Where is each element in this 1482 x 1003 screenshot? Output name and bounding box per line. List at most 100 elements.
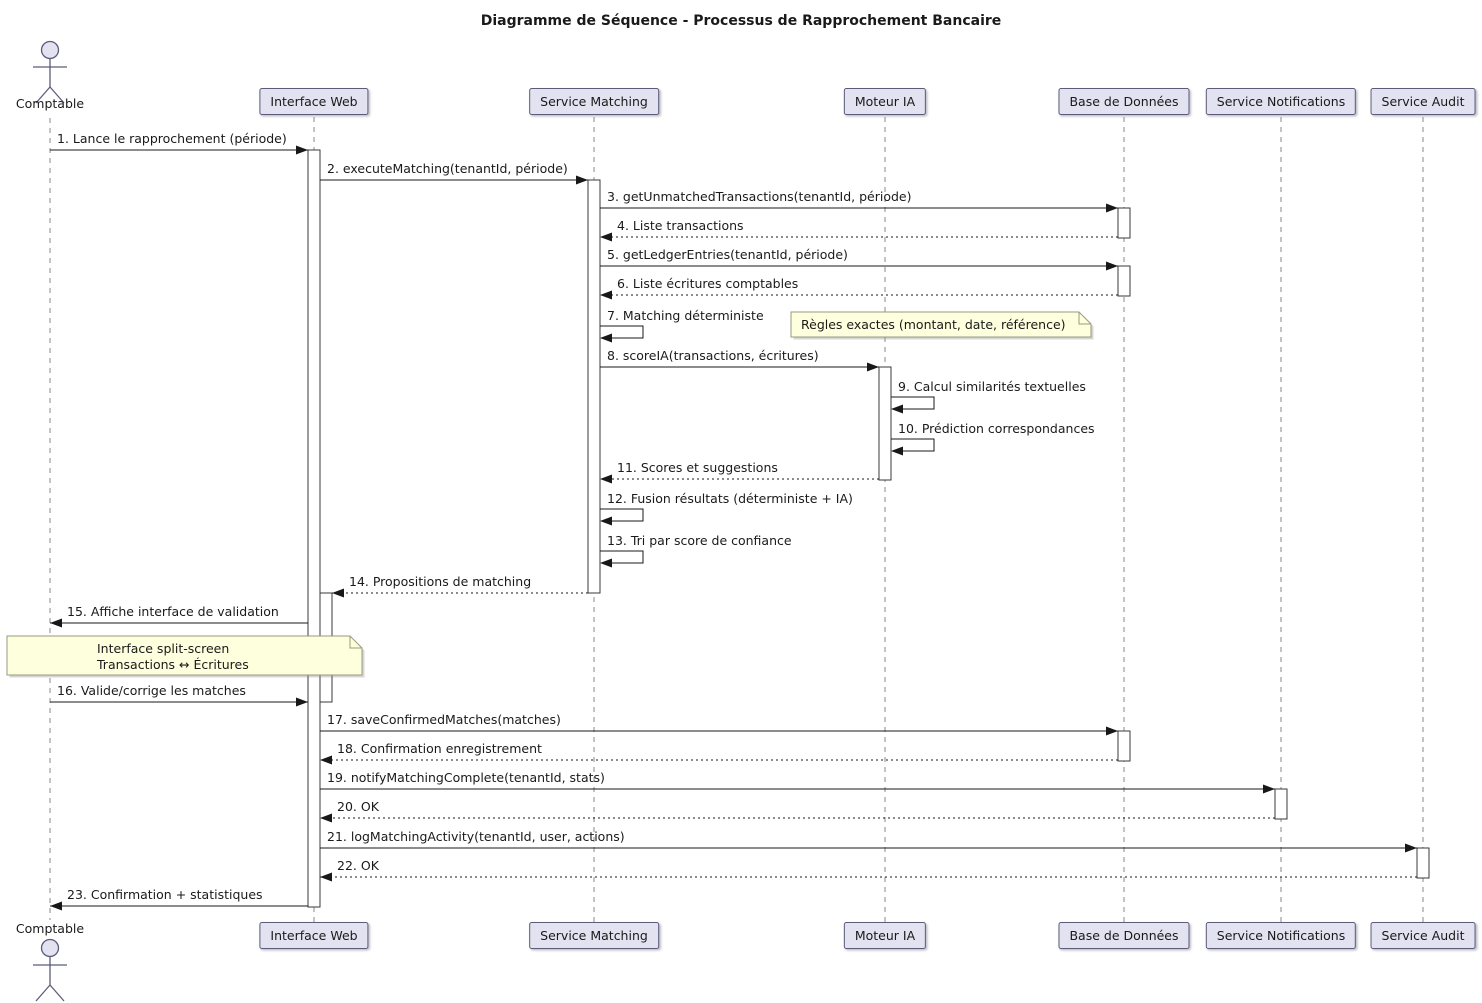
message-15: 15. Affiche interface de validation bbox=[50, 604, 308, 628]
message-18: 18. Confirmation enregistrement bbox=[320, 741, 1118, 765]
arrowhead-icon bbox=[600, 291, 612, 300]
participant-box-bdd-bottom: Base de Données bbox=[1058, 922, 1189, 949]
message-label: 11. Scores et suggestions bbox=[617, 460, 778, 475]
participant-box-audit-top: Service Audit bbox=[1371, 88, 1476, 115]
message-20: 20. OK bbox=[320, 799, 1275, 823]
message-label: 14. Propositions de matching bbox=[349, 574, 531, 589]
participant-box-bdd-top: Base de Données bbox=[1058, 88, 1189, 115]
actor-figure-bottom bbox=[33, 940, 67, 1002]
note-text: Règles exactes (montant, date, référence… bbox=[801, 317, 1066, 332]
activation-bar-audit bbox=[1417, 848, 1429, 878]
arrowhead-icon bbox=[1106, 262, 1118, 271]
note-interface-split-screen: Interface split-screenTransactions ↔ Écr… bbox=[7, 636, 365, 678]
message-label: 16. Valide/corrige les matches bbox=[57, 683, 246, 698]
arrowhead-icon bbox=[600, 475, 612, 484]
message-label: 5. getLedgerEntries(tenantId, période) bbox=[607, 247, 848, 262]
message-8: 8. scoreIA(transactions, écritures) bbox=[600, 348, 879, 372]
activation-bar-ia bbox=[879, 367, 891, 480]
message-11: 11. Scores et suggestions bbox=[600, 460, 879, 484]
message-label: 12. Fusion résultats (déterministe + IA) bbox=[607, 491, 853, 506]
participant-box-web-bottom: Interface Web bbox=[259, 922, 368, 949]
arrowhead-icon bbox=[576, 176, 588, 185]
message-label: 6. Liste écritures comptables bbox=[617, 276, 798, 291]
message-label: 8. scoreIA(transactions, écritures) bbox=[607, 348, 819, 363]
actor-label-top: Comptable bbox=[16, 96, 84, 111]
arrowhead-icon bbox=[320, 814, 332, 823]
activation-bar-web bbox=[308, 150, 320, 907]
arrowhead-icon bbox=[891, 447, 903, 456]
participant-box-notif-bottom: Service Notifications bbox=[1206, 922, 1356, 949]
arrowhead-icon bbox=[600, 233, 612, 242]
message-5: 5. getLedgerEntries(tenantId, période) bbox=[600, 247, 1118, 271]
message-label: 10. Prédiction correspondances bbox=[898, 421, 1095, 436]
message-12: 12. Fusion résultats (déterministe + IA) bbox=[600, 491, 853, 526]
message-22: 22. OK bbox=[320, 858, 1417, 882]
message-label: 20. OK bbox=[337, 799, 380, 814]
message-3: 3. getUnmatchedTransactions(tenantId, pé… bbox=[600, 189, 1118, 213]
participant-box-ia-top: Moteur IA bbox=[844, 88, 926, 115]
arrowhead-icon bbox=[1106, 204, 1118, 213]
arrowhead-icon bbox=[867, 363, 879, 372]
participant-box-matching-top: Service Matching bbox=[529, 88, 659, 115]
arrowhead-icon bbox=[1106, 727, 1118, 736]
arrowhead-icon bbox=[50, 619, 62, 628]
message-7: 7. Matching déterministe bbox=[600, 308, 764, 343]
activation-bar-bdd bbox=[1118, 731, 1130, 761]
message-21: 21. logMatchingActivity(tenantId, user, … bbox=[320, 829, 1417, 853]
note-text: Transactions ↔ Écritures bbox=[96, 657, 249, 672]
arrowhead-icon bbox=[600, 517, 612, 526]
diagram-canvas: Règles exactes (montant, date, référence… bbox=[0, 0, 1482, 1003]
actor-figure-top bbox=[33, 42, 67, 104]
message-14: 14. Propositions de matching bbox=[332, 574, 588, 598]
message-9: 9. Calcul similarités textuelles bbox=[891, 379, 1086, 414]
message-label: 1. Lance le rapprochement (période) bbox=[57, 131, 287, 146]
message-4: 4. Liste transactions bbox=[600, 218, 1118, 242]
message-23: 23. Confirmation + statistiques bbox=[50, 887, 308, 911]
message-label: 13. Tri par score de confiance bbox=[607, 533, 792, 548]
diagram-title: Diagramme de Séquence - Processus de Rap… bbox=[0, 13, 1482, 29]
message-10: 10. Prédiction correspondances bbox=[891, 421, 1095, 456]
arrowhead-icon bbox=[891, 405, 903, 414]
arrowhead-icon bbox=[1405, 844, 1417, 853]
message-17: 17. saveConfirmedMatches(matches) bbox=[320, 712, 1118, 736]
message-2: 2. executeMatching(tenantId, période) bbox=[320, 161, 588, 185]
arrowhead-icon bbox=[1263, 785, 1275, 794]
message-label: 4. Liste transactions bbox=[617, 218, 744, 233]
message-6: 6. Liste écritures comptables bbox=[600, 276, 1118, 300]
activation-bar-notif bbox=[1275, 789, 1287, 819]
message-label: 22. OK bbox=[337, 858, 380, 873]
activation-bar-bdd bbox=[1118, 266, 1130, 296]
message-label: 15. Affiche interface de validation bbox=[67, 604, 279, 619]
note-text: Interface split-screen bbox=[97, 641, 229, 656]
participant-box-notif-top: Service Notifications bbox=[1206, 88, 1356, 115]
participant-box-audit-bottom: Service Audit bbox=[1371, 922, 1476, 949]
arrowhead-icon bbox=[320, 873, 332, 882]
sequence-diagram: Règles exactes (montant, date, référence… bbox=[0, 0, 1482, 1003]
message-label: 9. Calcul similarités textuelles bbox=[898, 379, 1086, 394]
arrowhead-icon bbox=[600, 559, 612, 568]
message-label: 2. executeMatching(tenantId, période) bbox=[327, 161, 568, 176]
arrowhead-icon bbox=[600, 334, 612, 343]
arrowhead-icon bbox=[332, 589, 344, 598]
message-label: 17. saveConfirmedMatches(matches) bbox=[327, 712, 561, 727]
message-13: 13. Tri par score de confiance bbox=[600, 533, 792, 568]
message-1: 1. Lance le rapprochement (période) bbox=[50, 131, 308, 155]
message-label: 19. notifyMatchingComplete(tenantId, sta… bbox=[327, 770, 605, 785]
participant-box-matching-bottom: Service Matching bbox=[529, 922, 659, 949]
arrowhead-icon bbox=[50, 902, 62, 911]
message-16: 16. Valide/corrige les matches bbox=[50, 683, 308, 707]
message-label: 18. Confirmation enregistrement bbox=[337, 741, 542, 756]
arrowhead-icon bbox=[320, 756, 332, 765]
arrowhead-icon bbox=[296, 698, 308, 707]
participant-box-web-top: Interface Web bbox=[259, 88, 368, 115]
message-label: 23. Confirmation + statistiques bbox=[67, 887, 263, 902]
actor-label-bottom: Comptable bbox=[16, 921, 84, 936]
arrowhead-icon bbox=[296, 146, 308, 155]
activation-bar-bdd bbox=[1118, 208, 1130, 238]
note-regles-exactes: Règles exactes (montant, date, référence… bbox=[791, 312, 1094, 340]
message-label: 21. logMatchingActivity(tenantId, user, … bbox=[327, 829, 625, 844]
participant-box-ia-bottom: Moteur IA bbox=[844, 922, 926, 949]
message-19: 19. notifyMatchingComplete(tenantId, sta… bbox=[320, 770, 1275, 794]
message-label: 7. Matching déterministe bbox=[607, 308, 764, 323]
message-label: 3. getUnmatchedTransactions(tenantId, pé… bbox=[607, 189, 912, 204]
